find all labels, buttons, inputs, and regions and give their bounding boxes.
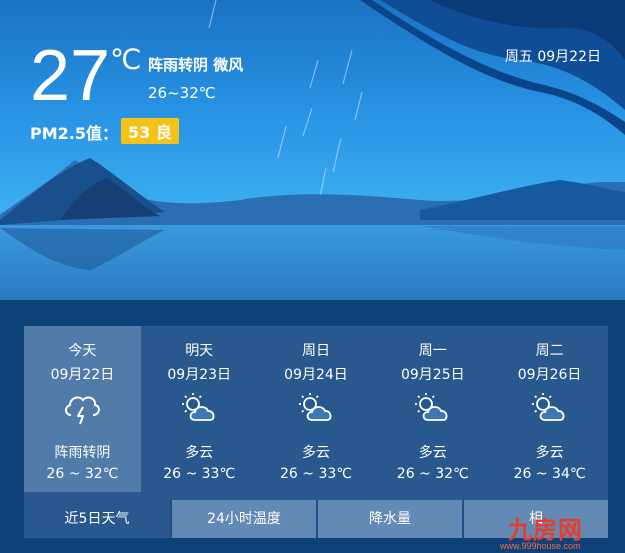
day-date: 09月25日 [400,367,465,383]
day-temp-range: 26 ~ 33℃ [280,466,352,482]
forecast-day[interactable]: 周日 09月24日 多云 26 ~ 33℃ [258,326,375,492]
tab-5day-weather[interactable]: 近5日天气 [24,500,170,538]
site-watermark: 九房网 [508,517,583,544]
today-temp-range: 26~32℃ [148,84,216,102]
day-temp-range: 26 ~ 34℃ [513,466,586,482]
day-condition: 阵雨转阴 [54,445,111,461]
day-temp-range: 26 ~ 33℃ [163,466,236,482]
forecast-panel: 今天 09月22日 阵雨转阴 26 ~ 32℃ 明天 09月23日 多云 26 … [24,326,608,538]
temperature-unit: ℃ [110,43,142,76]
day-date: 09月22日 [50,367,115,383]
forecast-days: 今天 09月22日 阵雨转阴 26 ~ 32℃ 明天 09月23日 多云 26 … [24,326,608,492]
day-condition: 多云 [185,445,214,461]
partly-cloudy-icon [415,393,448,421]
thunderstorm-icon [65,396,100,425]
day-label: 周二 [535,343,564,359]
pm25-badge: 53 良 [121,118,179,144]
forecast-day[interactable]: 周一 09月25日 多云 26 ~ 32℃ [374,326,491,492]
day-condition: 多云 [418,445,447,461]
site-watermark-url: www.999house.com [500,541,581,551]
partly-cloudy-icon [298,393,332,421]
day-date: 09月24日 [284,367,348,383]
day-temp-range: 26 ~ 32℃ [46,466,119,482]
forecast-day[interactable]: 周二 09月26日 多云 26 ~ 34℃ [491,326,608,492]
partly-cloudy-icon [532,393,565,421]
day-label: 明天 [185,343,214,359]
day-temp-range: 26 ~ 32℃ [396,466,469,482]
day-label: 周日 [301,343,330,359]
day-date: 09月23日 [167,367,232,383]
current-date: 周五 09月22日 [504,49,601,65]
day-label: 今天 [68,343,97,359]
partly-cloudy-icon [181,393,215,421]
day-date: 09月26日 [517,367,582,383]
tab-24h-temperature[interactable]: 24小时温度 [170,500,316,538]
day-label: 周一 [418,343,447,359]
day-condition: 多云 [535,445,564,461]
forecast-day[interactable]: 明天 09月23日 多云 26 ~ 33℃ [141,326,258,492]
pm25-label: PM2.5值： [30,124,118,143]
day-condition: 多云 [301,445,330,461]
current-temperature: 27 [30,36,111,116]
current-condition: 阵雨转阴 微风 [148,56,244,74]
forecast-day[interactable]: 今天 09月22日 阵雨转阴 26 ~ 32℃ [24,326,141,492]
tab-precipitation[interactable]: 降水量 [316,500,462,538]
